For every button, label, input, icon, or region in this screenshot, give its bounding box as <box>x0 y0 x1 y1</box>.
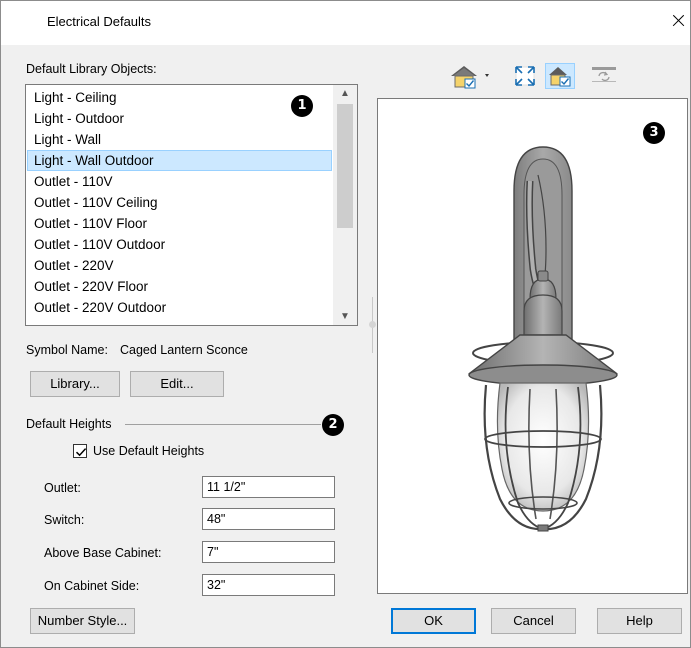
list-item[interactable]: Outlet - 110V <box>27 171 332 192</box>
above-base-cabinet-field[interactable]: 7" <box>202 541 335 563</box>
list-item[interactable]: Light - Wall <box>27 129 332 150</box>
show-back-clipping-button[interactable] <box>545 63 575 89</box>
list-item[interactable]: Light - Ceiling <box>27 87 332 108</box>
symbol-preview-pane[interactable] <box>377 98 688 594</box>
library-button[interactable]: Library... <box>30 371 120 397</box>
title-bar: Electrical Defaults <box>1 1 690 45</box>
close-icon[interactable] <box>666 9 690 33</box>
render-style-icon <box>451 66 489 89</box>
callout-2-badge: 2 <box>322 414 344 436</box>
checkmark-icon <box>75 448 87 457</box>
scroll-down-icon[interactable]: ▼ <box>333 308 357 325</box>
switch-height-label: Switch: <box>44 513 85 527</box>
list-item[interactable]: Outlet - 110V Ceiling <box>27 192 332 213</box>
scrollbar-thumb[interactable] <box>337 104 353 228</box>
reset-view-button[interactable] <box>590 63 618 89</box>
scroll-up-icon[interactable]: ▲ <box>333 85 357 102</box>
render-style-button[interactable] <box>449 63 495 89</box>
list-item[interactable]: Outlet - 220V Outdoor <box>27 297 332 318</box>
callout-3-badge: 3 <box>643 122 665 144</box>
symbol-name-value: Caged Lantern Sconce <box>120 343 248 357</box>
callout-1-badge: 1 <box>291 95 313 117</box>
outlet-height-field[interactable]: 11 1/2" <box>202 476 335 498</box>
outlet-height-label: Outlet: <box>44 481 81 495</box>
edit-button[interactable]: Edit... <box>130 371 224 397</box>
cancel-button[interactable]: Cancel <box>491 608 576 634</box>
electrical-defaults-dialog: Electrical Defaults Default Library Obje… <box>0 0 691 648</box>
switch-height-field[interactable]: 48" <box>202 508 335 530</box>
dialog-title: Electrical Defaults <box>47 14 152 29</box>
list-item[interactable]: Outlet - 110V Outdoor <box>27 234 332 255</box>
caged-lantern-sconce-image <box>467 146 619 532</box>
list-item[interactable]: Outlet - 110V Floor <box>27 213 332 234</box>
list-scrollbar[interactable]: ▲ ▼ <box>333 85 357 325</box>
library-objects-list[interactable]: Light - Ceiling Light - Outdoor Light - … <box>25 84 358 326</box>
fill-window-button[interactable] <box>512 63 538 89</box>
fill-window-icon <box>515 66 535 86</box>
use-default-heights-checkbox[interactable] <box>73 444 87 458</box>
splitter-grip[interactable] <box>369 321 376 328</box>
number-style-button[interactable]: Number Style... <box>30 608 135 634</box>
show-back-clipping-icon <box>549 67 571 87</box>
symbol-name-label: Symbol Name: <box>26 343 108 357</box>
list-item-selected[interactable]: Light - Wall Outdoor <box>27 150 332 171</box>
list-item[interactable]: Outlet - 220V Floor <box>27 276 332 297</box>
ok-button[interactable]: OK <box>391 608 476 634</box>
library-objects-label: Default Library Objects: <box>26 62 157 76</box>
use-default-heights-label: Use Default Heights <box>93 444 205 458</box>
above-base-cabinet-label: Above Base Cabinet: <box>44 546 162 560</box>
on-cabinet-side-field[interactable]: 32" <box>202 574 335 596</box>
help-button[interactable]: Help <box>597 608 682 634</box>
default-heights-label: Default Heights <box>26 417 112 431</box>
list-item[interactable]: Outlet - 220V <box>27 255 332 276</box>
reset-view-icon <box>592 67 616 82</box>
list-item[interactable]: Light - Outdoor <box>27 108 332 129</box>
group-divider <box>125 424 321 425</box>
on-cabinet-side-label: On Cabinet Side: <box>44 579 140 593</box>
